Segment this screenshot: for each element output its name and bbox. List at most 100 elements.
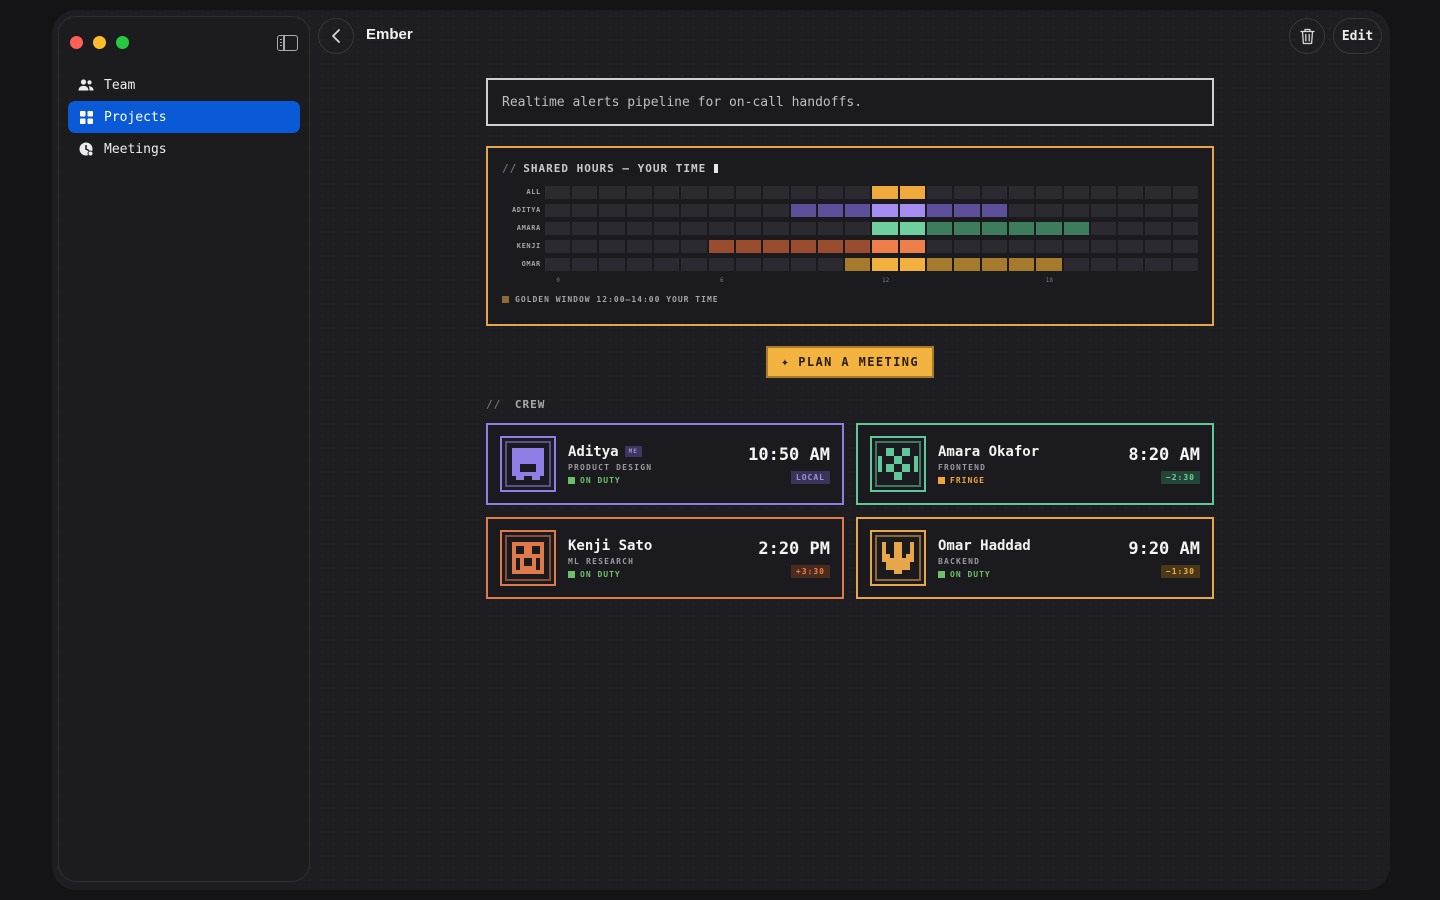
hour-cell <box>708 203 734 217</box>
hour-cell <box>544 239 571 253</box>
crew-member-name: Omar Haddad <box>938 537 1031 554</box>
meetings-icon <box>78 141 94 157</box>
hour-cell <box>1118 185 1144 199</box>
golden-window-swatch <box>502 296 509 303</box>
hour-cell <box>817 185 844 199</box>
hour-cell <box>626 257 653 271</box>
hour-cell <box>817 221 844 235</box>
hour-cell <box>1118 239 1144 253</box>
shared-hours-title: // SHARED HOURS — YOUR TIME <box>502 162 1198 175</box>
hour-cell <box>544 185 571 199</box>
crew-card[interactable]: Amara Okafor FRONTEND FRINGE 8:20 AM −2:… <box>856 423 1218 509</box>
hour-cell <box>1145 185 1171 199</box>
plan-meeting-button[interactable]: ✦ PLAN A MEETING <box>766 346 938 382</box>
hour-cell <box>899 185 926 199</box>
hour-cell <box>544 203 571 217</box>
crew-card-time: 2:20 PM +3:30 <box>758 539 830 578</box>
hour-cell <box>599 185 625 199</box>
crew-member-offset-badge: −1:30 <box>1160 564 1200 578</box>
hour-cell <box>1036 203 1062 217</box>
hour-cell <box>872 239 898 253</box>
crew-member-status: FRINGE <box>938 476 1128 485</box>
crew-member-name: Aditya <box>568 443 619 460</box>
hour-cell <box>1090 257 1117 271</box>
hour-cell <box>845 203 871 217</box>
hour-cell <box>927 221 953 235</box>
crew-heading: // CREW <box>486 398 1214 411</box>
crew-member-role: BACKEND <box>938 556 981 566</box>
hour-cell <box>572 185 598 199</box>
crew-member-name-row: Omar Haddad <box>938 538 1128 554</box>
sidebar-toggle-icon[interactable] <box>277 35 298 51</box>
crew-card[interactable]: Kenji Sato ML RESEARCH ON DUTY 2:20 PM +… <box>486 517 848 603</box>
edit-button[interactable]: Edit <box>1333 18 1382 54</box>
hour-cell <box>572 203 598 217</box>
crew-grid: Aditya ME PRODUCT DESIGN ON DUTY 10:50 A… <box>486 423 1218 603</box>
hour-cell <box>790 239 816 253</box>
grid-icon <box>78 109 94 125</box>
hour-cell <box>1063 221 1089 235</box>
hour-cell <box>654 203 680 217</box>
hour-cell <box>1172 239 1198 253</box>
crew-card[interactable]: Omar Haddad BACKEND ON DUTY 9:20 AM −1:3… <box>856 517 1218 603</box>
hour-cell <box>681 185 707 199</box>
back-button[interactable] <box>318 18 354 54</box>
crew-member-name-row: Amara Okafor <box>938 444 1128 460</box>
crew-heading-text: CREW <box>514 398 546 411</box>
hour-cell <box>1118 203 1144 217</box>
title-slash: // <box>486 398 502 411</box>
hour-cell <box>599 221 625 235</box>
hours-grid: ALL ADITYA AMARA KENJI OMAR <box>502 183 1198 273</box>
hours-axis-label: 18 <box>1045 277 1054 284</box>
hour-cell <box>1172 257 1198 271</box>
crown-face-icon <box>870 530 926 586</box>
status-swatch <box>568 476 575 484</box>
hour-cell <box>1172 185 1198 199</box>
crew-card-info: Amara Okafor FRONTEND FRINGE <box>938 444 1128 485</box>
hour-cell <box>927 239 953 253</box>
sidebar-item-team[interactable]: Team <box>68 69 300 101</box>
hour-cell <box>981 221 1007 235</box>
sidebar: Team Projects Meetings <box>58 16 310 882</box>
hour-cell <box>572 221 598 235</box>
crew-card-time: 8:20 AM −2:30 <box>1128 445 1200 484</box>
crew-member-local-time: 10:50 AM <box>748 444 830 465</box>
sidebar-item-label: Meetings <box>104 141 167 157</box>
crew-card[interactable]: Aditya ME PRODUCT DESIGN ON DUTY 10:50 A… <box>486 423 848 509</box>
hour-cell <box>1063 239 1089 253</box>
hours-row: AMARA <box>502 219 1198 237</box>
minimize-window-button[interactable] <box>93 36 106 49</box>
hour-cell <box>1118 221 1144 235</box>
sidebar-item-projects[interactable]: Projects <box>68 101 300 133</box>
hours-axis-label: 0 <box>556 277 560 284</box>
plan-meeting-label: PLAN A MEETING <box>798 355 919 369</box>
hour-cell <box>927 203 953 217</box>
hour-cell <box>681 203 707 217</box>
hour-cell <box>872 221 898 235</box>
crew-member-name-row: Aditya ME <box>568 444 748 460</box>
hour-cell <box>872 185 898 199</box>
status-swatch <box>568 570 575 578</box>
hour-cell <box>817 203 844 217</box>
hour-cell <box>735 239 762 253</box>
hour-cell <box>1008 239 1035 253</box>
hour-cell <box>626 203 653 217</box>
hour-cell <box>981 257 1007 271</box>
hour-cell <box>763 203 789 217</box>
hour-cell <box>899 221 926 235</box>
title-slash: // <box>502 162 518 175</box>
close-window-button[interactable] <box>70 36 83 49</box>
sidebar-item-meetings[interactable]: Meetings <box>68 133 300 165</box>
hour-cell <box>981 239 1007 253</box>
hour-cell <box>1090 239 1117 253</box>
hour-cell <box>626 185 653 199</box>
hour-cell <box>817 239 844 253</box>
crew-member-offset-badge: +3:30 <box>790 564 830 578</box>
hour-cell <box>872 203 898 217</box>
hour-cell <box>790 257 816 271</box>
zoom-window-button[interactable] <box>116 36 129 49</box>
crew-member-status-text: ON DUTY <box>580 475 621 485</box>
hour-cell <box>1090 221 1117 235</box>
status-swatch <box>938 570 945 578</box>
delete-button[interactable] <box>1289 18 1325 54</box>
